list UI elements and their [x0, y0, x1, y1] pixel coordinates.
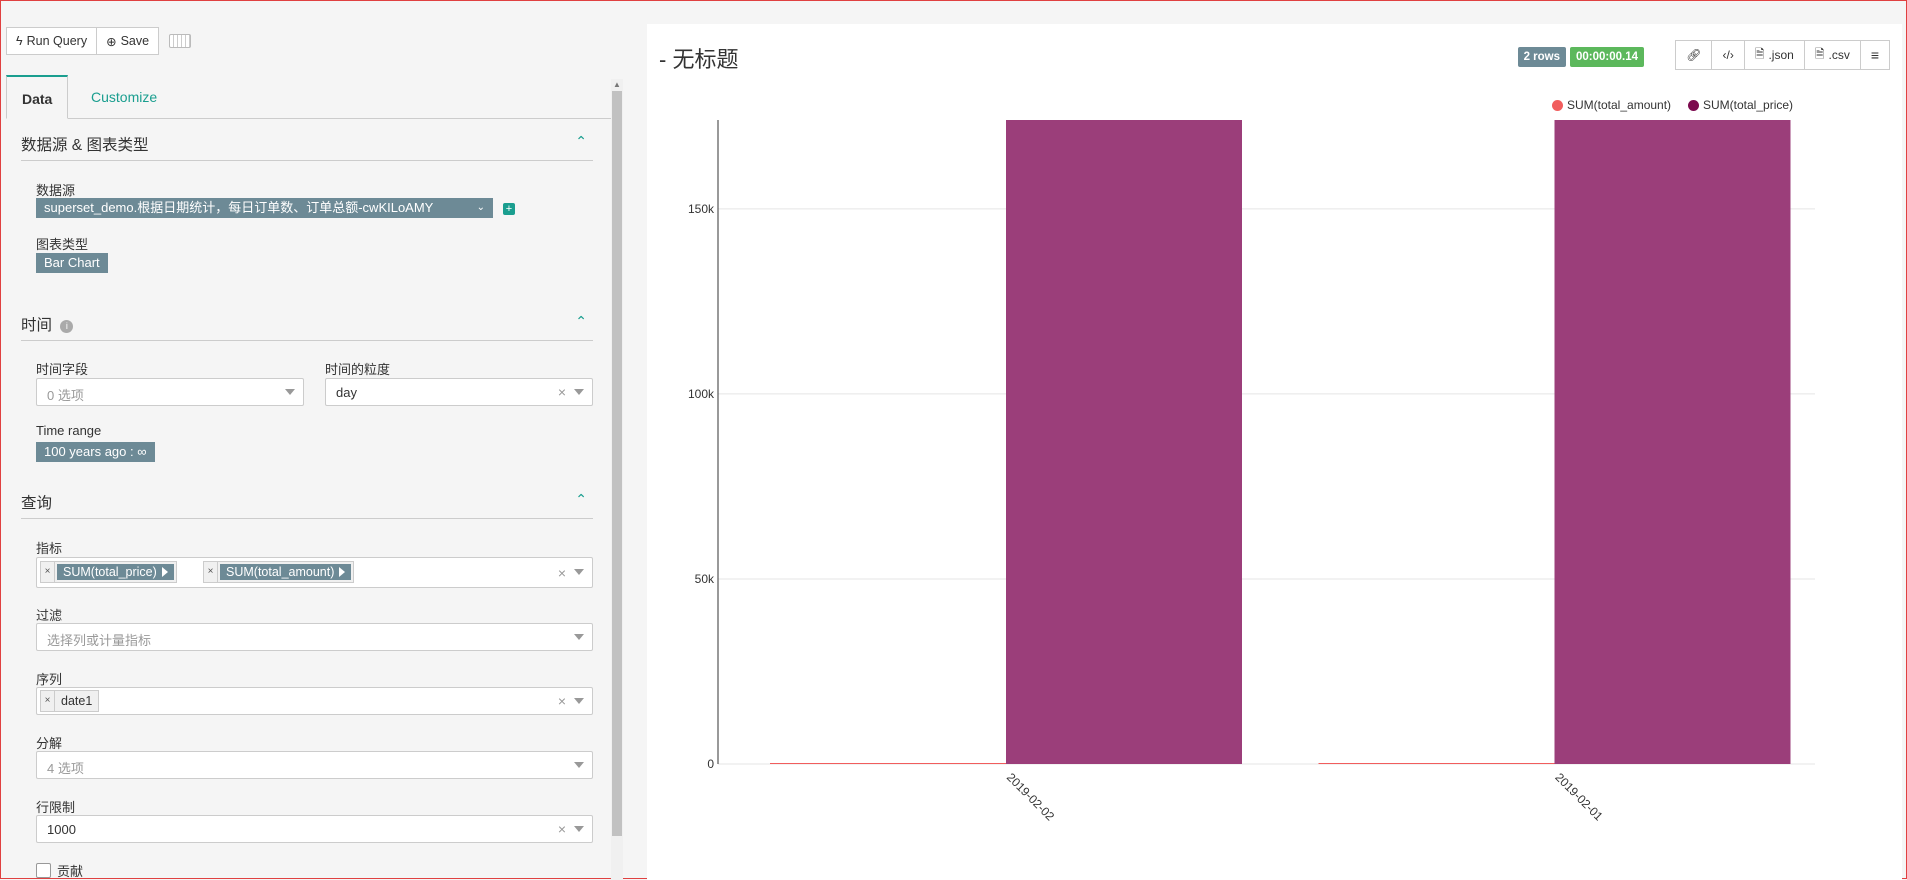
time-grain-label: 时间的粒度: [325, 362, 391, 377]
filters-select[interactable]: 选择列或计量指标: [36, 623, 593, 651]
y-tick-label: 100k: [688, 387, 715, 401]
caret-down-icon: [574, 762, 584, 768]
toolbar: ϟ Run Query ⊕ Save: [6, 27, 192, 55]
chart-container: - 无标题 2 rows 00:00:00.14 🔗︎ ‹/› 🗎 .json …: [647, 24, 1902, 880]
bolt-icon: ϟ: [16, 34, 23, 48]
metrics-select[interactable]: × SUM(total_price) × SUM(total_amount) ×: [36, 557, 593, 588]
breakdowns-label: 分解: [36, 736, 63, 751]
y-tick-label: 50k: [695, 572, 715, 586]
row-limit-label: 行限制: [36, 800, 76, 815]
breakdowns-placeholder: 4 选项: [47, 761, 84, 776]
section-query-title: 查询: [21, 495, 53, 512]
metric-tag-label: SUM(total_price): [63, 565, 157, 579]
breakdowns-select[interactable]: 4 选项: [36, 751, 593, 779]
caret-down-icon: [574, 389, 584, 395]
time-grain-value: day: [336, 385, 357, 400]
clear-icon[interactable]: ×: [558, 693, 566, 709]
control-tabs: Data Customize: [6, 75, 611, 119]
time-range-selector[interactable]: 100 years ago : ∞: [36, 442, 155, 462]
row-limit-select[interactable]: 1000 ×: [36, 815, 593, 843]
bar-chart: 0 50k 100k 150k 2019-02-02 2019-02-01: [688, 120, 1815, 824]
bar: [1006, 120, 1242, 764]
scroll-up-icon[interactable]: ▲: [613, 80, 621, 89]
viz-type-label: 图表类型: [36, 237, 89, 252]
run-query-label: Run Query: [26, 34, 88, 48]
caret-down-icon: [574, 698, 584, 704]
chevron-up-icon[interactable]: ⌃: [575, 133, 587, 150]
contribution-checkbox[interactable]: [36, 863, 51, 878]
section-time-title: 时间: [21, 317, 53, 334]
save-label: Save: [120, 34, 150, 48]
remove-icon[interactable]: ×: [204, 562, 218, 582]
info-icon: i: [60, 320, 74, 333]
time-grain-select[interactable]: day ×: [325, 378, 593, 406]
clear-icon[interactable]: ×: [558, 384, 566, 400]
chevron-down-icon: ⌄: [476, 202, 485, 213]
filters-placeholder: 选择列或计量指标: [47, 633, 152, 648]
datasource-selector[interactable]: superset_demo.根据日期统计，每日订单数、订单总额-cwKILoAM…: [36, 198, 493, 218]
bar: [1554, 120, 1791, 764]
bar: [770, 763, 1006, 764]
x-tick-label: 2019-02-02: [1004, 770, 1058, 824]
save-button[interactable]: ⊕ Save: [97, 27, 160, 55]
remove-icon[interactable]: ×: [41, 691, 55, 711]
y-tick-label: 150k: [688, 202, 715, 216]
section-datasource-title: 数据源 & 图表类型: [21, 137, 149, 154]
plus-circle-icon: ⊕: [106, 34, 117, 49]
scrollbar-thumb[interactable]: [612, 91, 622, 836]
caret-right-icon: [339, 567, 346, 577]
time-column-placeholder: 0 选项: [47, 388, 84, 403]
row-limit-value: 1000: [47, 822, 76, 837]
filters-label: 过滤: [36, 608, 63, 623]
series-label: 序列: [36, 672, 63, 687]
caret-right-icon: [161, 567, 168, 577]
clear-icon[interactable]: ×: [558, 821, 566, 837]
time-column-select[interactable]: 0 选项: [36, 378, 304, 406]
section-datasource-header[interactable]: 数据源 & 图表类型 ⌃: [21, 133, 593, 161]
caret-down-icon: [574, 634, 584, 640]
time-range-label: Time range: [36, 423, 102, 438]
datasource-label: 数据源: [36, 183, 76, 198]
clear-icon[interactable]: ×: [558, 565, 566, 581]
keyboard-icon[interactable]: [169, 34, 192, 48]
add-datasource-icon[interactable]: +: [503, 203, 515, 215]
metric-tag-label: SUM(total_amount): [226, 565, 335, 579]
y-tick-label: 0: [707, 757, 714, 771]
caret-down-icon: [285, 389, 295, 395]
panel-scrollbar[interactable]: ▲: [611, 79, 623, 880]
series-tag-label: date1: [61, 694, 93, 708]
chevron-up-icon[interactable]: ⌃: [575, 313, 587, 330]
metrics-label: 指标: [36, 541, 63, 556]
chevron-up-icon[interactable]: ⌃: [575, 491, 587, 508]
section-time-header[interactable]: 时间 i ⌃: [21, 313, 593, 341]
datasource-value: superset_demo.根据日期统计，每日订单数、订单总额-cwKILoAM…: [44, 200, 434, 215]
app-frame: ϟ Run Query ⊕ Save Data Customize ▲ 数据源 …: [0, 0, 1907, 880]
tab-data[interactable]: Data: [6, 75, 69, 119]
series-select[interactable]: × date1 ×: [36, 687, 593, 715]
contribution-checkbox-row: 贡献: [36, 861, 83, 880]
control-panel: ϟ Run Query ⊕ Save Data Customize ▲ 数据源 …: [1, 1, 626, 880]
series-tag[interactable]: × date1: [40, 690, 100, 712]
x-tick-label: 2019-02-01: [1552, 770, 1606, 824]
caret-down-icon: [574, 569, 584, 575]
metric-tag[interactable]: × SUM(total_price): [40, 561, 177, 583]
tab-customize[interactable]: Customize: [76, 75, 172, 119]
viz-type-selector[interactable]: Bar Chart: [36, 253, 108, 273]
run-query-button[interactable]: ϟ Run Query: [6, 27, 98, 55]
section-query-header[interactable]: 查询 ⌃: [21, 491, 593, 519]
contribution-label: 贡献: [57, 864, 84, 879]
metric-tag[interactable]: × SUM(total_amount): [203, 561, 355, 583]
bar: [1318, 763, 1555, 764]
time-column-label: 时间字段: [36, 362, 89, 377]
remove-icon[interactable]: ×: [41, 562, 55, 582]
caret-down-icon: [574, 826, 584, 832]
